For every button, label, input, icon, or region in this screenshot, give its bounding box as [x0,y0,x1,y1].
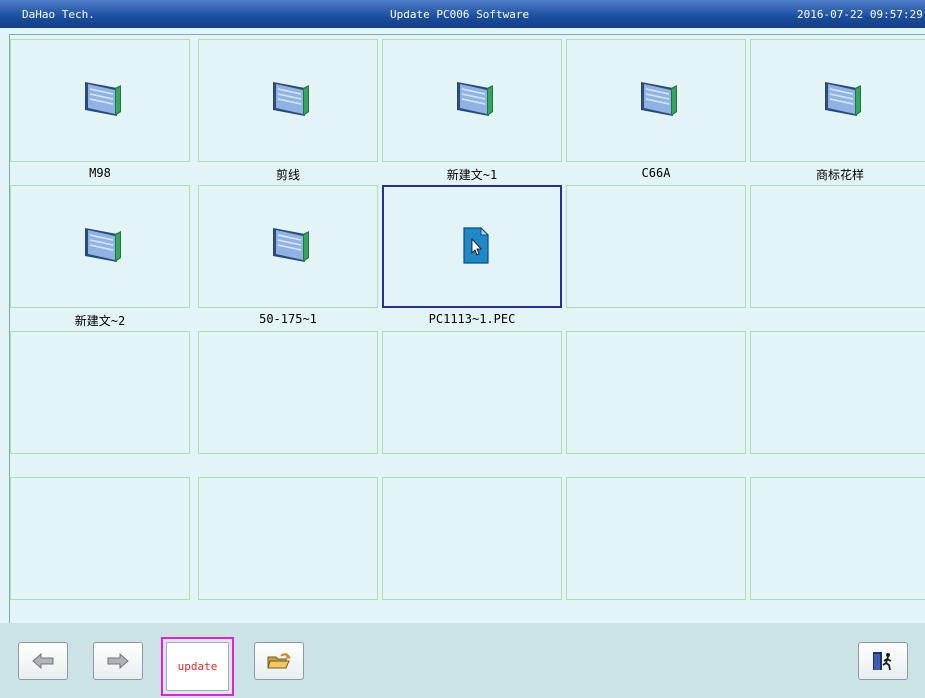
empty-slot [566,331,746,454]
file-name-label: 新建文~1 [446,168,498,182]
folder-icon [79,78,125,120]
folder-icon [819,78,865,120]
empty-slot [10,477,190,600]
next-page-button[interactable] [93,642,143,680]
folder-icon [79,224,125,266]
empty-slot [198,477,378,600]
file-name-label: 50-175~1 [259,312,317,326]
file-name-label: M98 [89,166,111,180]
empty-slot [382,331,562,454]
title-bar: DaHao Tech. Update PC006 Software 2016-0… [0,0,925,28]
exit-button[interactable] [858,642,908,680]
empty-slot [566,185,746,308]
exit-door-icon [873,652,892,671]
folder-item[interactable] [566,39,746,162]
folder-icon [267,78,313,120]
open-folder-icon [267,653,291,669]
file-name-label: 新建文~2 [74,314,126,328]
arrow-right-icon [107,653,129,669]
update-button[interactable]: update [161,637,234,696]
empty-slot [382,477,562,600]
folder-item[interactable] [750,39,925,162]
folder-item[interactable] [10,185,190,308]
datetime-display: 2016-07-22 09:57:29 [797,8,923,21]
file-name-label: C66A [641,166,671,180]
folder-item[interactable] [198,185,378,308]
file-name-label: 商标花样 [815,168,864,182]
file-grid: M98 剪线 新建文~1 C66A 商标花样新建文~2 50-175~1 PC1113~1.… [9,34,925,624]
file-name-label: PC1113~1.PEC [428,312,516,326]
folder-item[interactable] [10,39,190,162]
bottom-toolbar: update [0,623,925,698]
folder-item[interactable] [198,39,378,162]
file-item[interactable] [382,185,562,308]
folder-icon [267,224,313,266]
file-icon [452,225,498,267]
empty-slot [750,477,925,600]
file-name-label: 剪线 [275,168,300,182]
folder-icon [635,78,681,120]
arrow-left-icon [32,653,54,669]
empty-slot [566,477,746,600]
empty-slot [10,331,190,454]
empty-slot [750,185,925,308]
folder-item[interactable] [382,39,562,162]
open-folder-button[interactable] [254,642,304,680]
empty-slot [198,331,378,454]
prev-page-button[interactable] [18,642,68,680]
update-button-label: update [166,642,229,691]
company-name: DaHao Tech. [22,8,95,21]
empty-slot [750,331,925,454]
folder-icon [451,78,497,120]
window-title: Update PC006 Software [390,8,530,21]
